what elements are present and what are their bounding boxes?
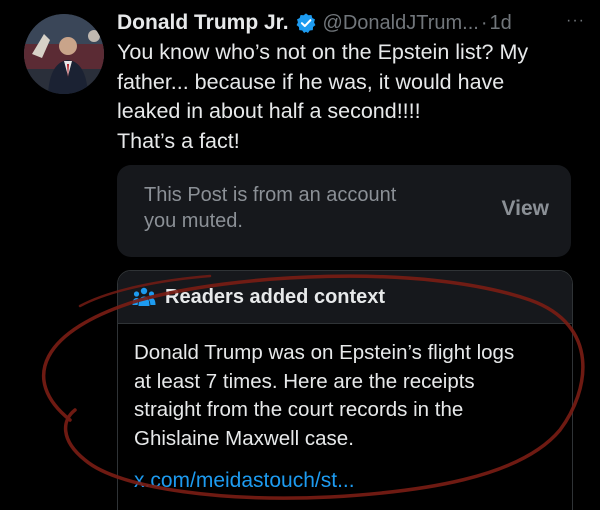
tweet-text-line: father... because if he was, it would ha… xyxy=(117,69,505,94)
muted-post-message: This Post is from an account you muted. xyxy=(144,182,464,234)
community-note-header: Readers added context xyxy=(118,271,572,324)
tweet-header: Donald Trump Jr. @DonaldJTrum... · 1d ··… xyxy=(117,8,587,38)
muted-post-line: you muted. xyxy=(144,210,243,232)
view-button[interactable]: View xyxy=(502,197,549,221)
author-handle[interactable]: @DonaldJTrum... xyxy=(323,12,479,35)
community-note-link[interactable]: x.com/meidastouch/st... xyxy=(134,469,355,493)
community-note-line: straight from the court records in the xyxy=(134,398,464,421)
people-icon xyxy=(132,287,156,306)
author-display-name[interactable]: Donald Trump Jr. xyxy=(117,11,289,35)
tweet-text: You know who’s not on the Epstein list? … xyxy=(117,38,587,156)
separator-dot: · xyxy=(480,11,488,34)
community-note-title: Readers added context xyxy=(165,285,386,308)
community-note-line: Ghislaine Maxwell case. xyxy=(134,426,354,450)
verified-badge-icon xyxy=(296,13,315,33)
community-note-body: Donald Trump was on Epstein’s flight log… xyxy=(134,339,564,453)
avatar[interactable] xyxy=(24,14,104,94)
more-options-icon[interactable]: ··· xyxy=(566,12,585,30)
community-note-line: at least 7 times. Here are the receipts xyxy=(134,369,475,393)
community-note-line: Donald Trump was on Epstein’s flight log… xyxy=(134,341,515,364)
community-note-card: Readers added context Donald Trump was o… xyxy=(117,270,573,510)
tweet-text-line: leaked in about half a second!!!! xyxy=(117,99,421,123)
tweet-text-line: That’s a fact! xyxy=(117,128,240,153)
muted-post-card: This Post is from an account you muted. … xyxy=(117,165,571,257)
post-time[interactable]: 1d xyxy=(489,12,511,35)
tweet-text-line: You know who’s not on the Epstein list? … xyxy=(117,40,529,64)
muted-post-line: This Post is from an account xyxy=(144,184,397,206)
tweet-screen: Donald Trump Jr. @DonaldJTrum... · 1d ··… xyxy=(0,0,600,510)
